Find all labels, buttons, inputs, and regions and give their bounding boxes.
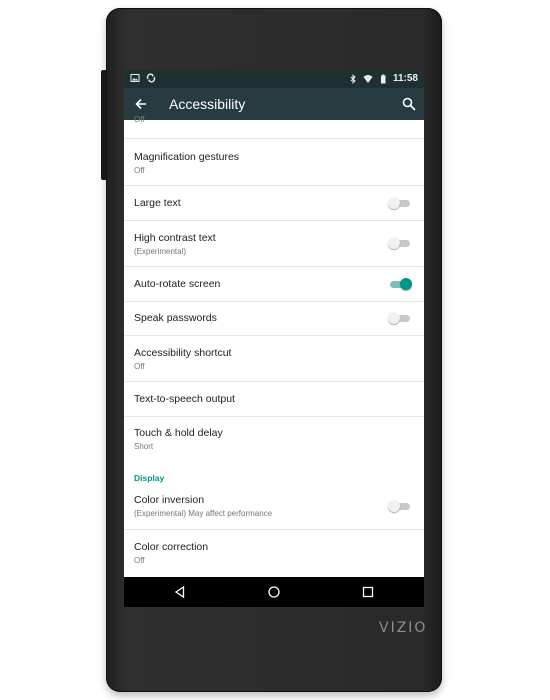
setting-summary: (Experimental) May affect performance <box>134 509 273 518</box>
setting-color-correction[interactable]: Color correction Off <box>124 530 424 576</box>
battery-icon <box>380 74 386 83</box>
navigation-bar <box>124 577 424 607</box>
home-nav-icon[interactable] <box>267 585 281 599</box>
recents-nav-icon[interactable] <box>361 585 375 599</box>
sync-icon <box>146 73 156 83</box>
setting-high-contrast-text[interactable]: High contrast text (Experimental) <box>124 221 424 267</box>
setting-accessibility-shortcut[interactable]: Accessibility shortcut Off <box>124 336 424 382</box>
app-bar: Accessibility <box>124 88 424 120</box>
search-icon[interactable] <box>402 97 416 111</box>
back-arrow-icon[interactable] <box>134 97 148 111</box>
large-text-switch[interactable] <box>388 196 412 210</box>
setting-magnification-gestures[interactable]: Magnification gestures Off <box>124 139 424 186</box>
gallery-icon <box>130 74 140 82</box>
setting-auto-rotate[interactable]: Auto-rotate screen <box>124 267 424 302</box>
setting-speak-passwords[interactable]: Speak passwords <box>124 302 424 336</box>
setting-text-to-speech[interactable]: Text-to-speech output <box>124 382 424 417</box>
auto-rotate-switch[interactable] <box>388 277 412 291</box>
setting-title: Color correction <box>134 541 209 553</box>
setting-title: Magnification gestures <box>134 151 240 163</box>
screen: 11:58 Accessibility Off Magnification ge… <box>124 70 424 607</box>
setting-summary: Off <box>134 556 145 565</box>
setting-summary: Off <box>134 115 145 124</box>
page-title: Accessibility <box>169 96 246 112</box>
bluetooth-icon <box>350 73 356 84</box>
setting-title: High contrast text <box>134 232 216 244</box>
brand-logo: VIZIO <box>379 620 428 636</box>
setting-title: Color inversion <box>134 494 205 506</box>
back-nav-icon[interactable] <box>173 585 187 599</box>
setting-large-text[interactable]: Large text <box>124 186 424 221</box>
color-inversion-switch[interactable] <box>388 499 412 513</box>
setting-title: Speak passwords <box>134 312 217 324</box>
setting-touch-hold-delay[interactable]: Touch & hold delay Short <box>124 417 424 463</box>
wifi-icon <box>363 74 373 83</box>
speak-passwords-switch[interactable] <box>388 311 412 325</box>
setting-title: Touch & hold delay <box>134 427 223 439</box>
setting-summary: Off <box>134 362 145 371</box>
clock: 11:58 <box>392 73 418 84</box>
setting-summary: Short <box>134 442 154 451</box>
status-bar: 11:58 <box>124 70 424 88</box>
setting-summary: (Experimental) <box>134 247 187 256</box>
high-contrast-switch[interactable] <box>388 236 412 250</box>
setting-color-inversion[interactable]: Color inversion (Experimental) May affec… <box>124 486 424 530</box>
setting-title: Large text <box>134 197 181 209</box>
list-item-clipped[interactable]: Off <box>124 115 424 139</box>
setting-title: Text-to-speech output <box>134 393 235 405</box>
setting-summary: Off <box>134 166 145 175</box>
setting-title: Accessibility shortcut <box>134 347 232 359</box>
setting-title: Auto-rotate screen <box>134 278 221 290</box>
section-header-display: Display <box>134 473 165 483</box>
